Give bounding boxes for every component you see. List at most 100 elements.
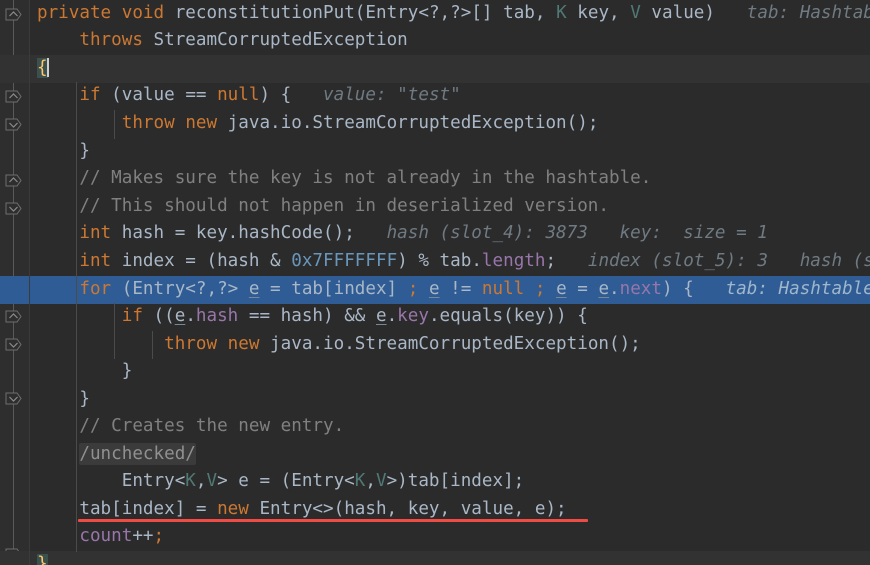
fold-marker-block-b[interactable] [5,202,22,215]
line-for-loop-token-18: ) { [662,279,694,299]
line-throw-1-token-0 [37,113,122,133]
line-tab-assign-token-2: Entry<>(hash, key, value, e); [248,499,567,519]
line-for-loop-token-15: e [598,279,610,299]
line-if-hash-equals-token-1: if [121,306,143,326]
line-int-index-token-2: index = (hash & [111,251,292,271]
line-entry-decl-token-0: Entry< [37,471,186,491]
line-for-loop-token-20: tab: Hashtable. [725,279,870,299]
line-for-loop-token-17: next [619,279,662,299]
line-if-value-null-token-6 [291,85,323,105]
line-if-hash-equals-token-7: e [375,306,387,326]
line-count-inc[interactable]: count++; [30,523,164,551]
line-if-value-null-token-3: == [185,85,218,105]
fold-marker-if-2[interactable] [5,310,22,323]
line-throws-token-1: throws [79,30,143,50]
line-comment-1[interactable]: // Makes sure the key is not already in … [30,165,651,193]
line-throw-1[interactable]: throw new java.io.StreamCorruptedExcepti… [30,110,599,138]
fold-marker-method-end[interactable] [5,392,22,405]
indent-guide-0 [76,82,77,552]
line-signature-token-7: <?,?>[] [418,3,493,23]
indent-guide-3 [152,331,153,359]
line-comment-3-token-0: // Creates the new entry. [37,416,345,436]
fold-marker-if-1[interactable] [5,90,22,103]
line-unchecked-token-0 [37,444,79,464]
gutter-highlight-line-open-brace [0,55,30,83]
line-if-value-null-token-0 [37,85,79,105]
fold-marker-block-a[interactable] [5,174,22,187]
line-for-loop-token-1: for [79,279,112,299]
line-for-loop-token-14: = [566,279,599,299]
line-signature-token-15: tab: Hashtab [746,3,870,23]
line-if-value-null-token-1: if [79,85,101,105]
line-throw-2-token-4: java.io.StreamCorruptedException(); [259,334,641,354]
line-signature-token-10: key, [566,3,631,23]
line-entry-decl[interactable]: Entry<K,V> e = (Entry<K,V>)tab[index]; [30,468,525,496]
line-int-index[interactable]: int index = (hash & 0x7FFFFFFF) % tab.le… [30,248,870,276]
line-comment-2-token-0: // This should not happen in deserialize… [37,196,609,216]
line-int-hash-token-3 [355,223,387,243]
line-for-loop-token-4: = tab[index] [259,279,408,299]
line-close-method[interactable]: } [30,551,48,565]
line-signature[interactable]: private void reconstitutionPut(Entry<?,?… [30,0,870,28]
line-int-index-token-3: 0x7FFFFFFF [291,251,398,271]
line-if-hash-equals-token-10: .equals(key)) { [428,306,588,326]
line-if-hash-equals-token-5: hash [195,306,239,326]
line-int-hash[interactable]: int hash = key.hashCode(); hash (slot_4)… [30,220,768,248]
fold-marker-if-1-end[interactable] [5,118,22,131]
line-int-index-token-4: ) % tab. [397,251,482,271]
code-editor[interactable]: private void reconstitutionPut(Entry<?,?… [0,0,870,565]
line-if-value-null[interactable]: if (value == null) { value: "test" [30,82,461,110]
line-throw-2-token-2 [217,334,228,354]
line-if-value-null-token-5: ) { [259,85,292,105]
line-if-value-null-token-4: null [217,85,260,105]
line-signature-token-5: ( [354,3,366,23]
line-unchecked-token-1: /unchecked/ [79,443,196,465]
line-close-2-token-0: } [37,361,133,381]
line-throws[interactable]: throws StreamCorruptedException [30,27,408,55]
line-int-index-token-5: length [481,251,546,271]
line-signature-token-2: void [121,3,165,23]
code-surface[interactable]: private void reconstitutionPut(Entry<?,?… [30,0,870,565]
line-for-loop-token-3: e [248,279,260,299]
line-signature-token-0: private [37,3,112,23]
line-comment-2[interactable]: // This should not happen in deserialize… [30,193,609,221]
line-comment-3[interactable]: // Creates the new entry. [30,413,344,441]
line-int-index-token-1: int [79,251,112,271]
line-throw-1-token-1: throw [121,113,175,133]
fold-marker-if-2-end[interactable] [5,338,22,351]
line-entry-decl-token-8: >)tab[index]; [386,471,525,491]
line-throw-2-token-1: throw [164,334,218,354]
error-underline [78,519,588,522]
line-throw-2[interactable]: throw new java.io.StreamCorruptedExcepti… [30,331,641,359]
line-for-loop[interactable]: for (Entry<?,?> e = tab[index] ; e != nu… [30,276,870,304]
line-signature-token-4: reconstitutionPut [174,3,355,23]
line-int-hash-token-4: hash (slot_4): 3873 key: size = 1 [386,223,768,243]
gutter-divider [29,0,30,565]
line-if-hash-equals-token-8: . [386,306,398,326]
line-entry-decl-token-2: , [195,471,207,491]
line-signature-token-6: Entry [365,3,419,23]
line-if-hash-equals-token-6: == hash) && [238,306,376,326]
line-for-loop-token-2: (Entry<?,?> [111,279,249,299]
line-for-loop-token-9: null [481,279,525,299]
line-open-brace[interactable]: { [30,55,49,83]
line-close-3[interactable]: } [30,386,90,414]
line-for-loop-token-13: e [556,279,567,299]
line-signature-token-8: tab, [492,3,557,23]
fold-marker-signature[interactable] [5,8,22,21]
line-entry-decl-token-7: V [375,471,387,491]
line-throws-token-2 [143,30,154,50]
line-int-index-token-0 [37,251,79,271]
line-unchecked[interactable]: /unchecked/ [30,441,196,469]
line-for-loop-token-5: ; [407,279,419,299]
line-signature-token-14 [715,3,747,23]
line-throws-token-3: StreamCorruptedException [153,30,408,50]
indent-guide-1 [114,110,115,139]
line-close-1[interactable]: } [30,138,90,166]
line-if-hash-equals-token-2: (( [142,306,175,326]
line-close-2[interactable]: } [30,358,133,386]
text-caret [46,58,49,77]
line-entry-decl-token-5: K [354,471,366,491]
line-comment-1-token-0: // Makes sure the key is not already in … [37,168,652,188]
line-if-value-null-token-7: value: "test" [323,85,461,105]
